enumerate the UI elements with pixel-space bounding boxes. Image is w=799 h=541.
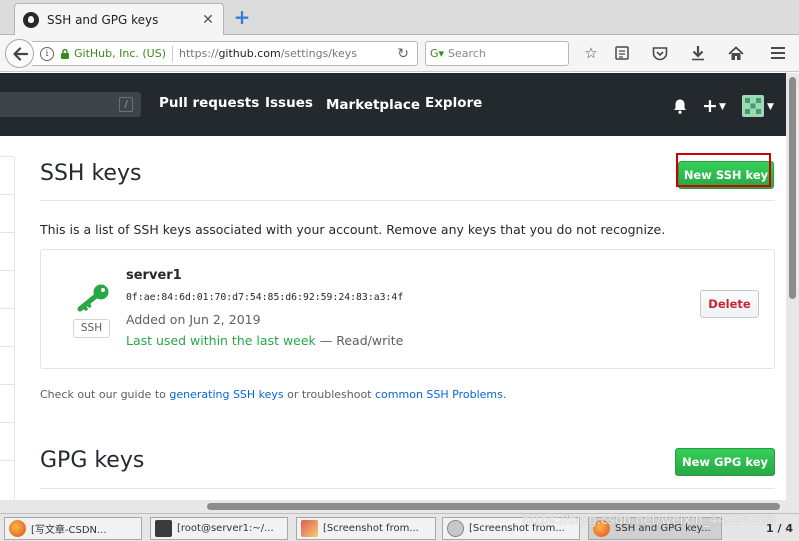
reader-list-icon[interactable] [611,43,633,63]
browser-nav-bar: i GitHub, Inc. (US) https://github.com/s… [0,35,799,72]
ssh-heading-divider [40,200,775,201]
pocket-icon[interactable] [649,43,671,63]
screenshot-tool-icon [447,520,464,537]
taskbar-item-screenshot-1[interactable]: [Screenshot from... [296,517,436,540]
firefox-icon [9,520,26,537]
new-tab-button[interactable]: + [232,7,252,28]
sidebar-item[interactable] [0,385,14,423]
browser-search-field[interactable]: G▾ Search [425,41,569,66]
horizontal-scrollbar[interactable] [0,500,799,513]
back-arrow-icon [12,46,28,61]
delete-key-button[interactable]: Delete [700,290,759,318]
url-separator [172,45,173,62]
terminal-icon [155,520,172,537]
sidebar-item[interactable] [0,157,14,195]
gpg-heading-divider [40,488,775,489]
watermark-text: https://blog.csdn.net/weixin_44224288 [522,513,776,528]
sidebar-item[interactable] [0,271,14,309]
sidebar-item[interactable] [0,233,14,271]
sidebar-item[interactable] [0,347,14,385]
url-bar[interactable]: i GitHub, Inc. (US) https://github.com/s… [32,41,418,66]
key-last-used: Last used within the last week — Read/wr… [126,333,403,348]
sidebar-item[interactable] [0,309,14,347]
key-type-badge: SSH [73,319,110,338]
browser-tab-strip: SSH and GPG keys ✕ + [0,0,799,35]
key-added-date: Added on Jun 2, 2019 [126,312,261,327]
back-button[interactable] [5,39,34,68]
sidebar-item[interactable] [0,423,14,461]
search-placeholder: Search [448,47,486,60]
nav-pull-requests[interactable]: Pull requests [159,95,259,111]
download-icon[interactable] [687,43,709,63]
key-last-used-label: Last used within the last week [126,333,316,348]
generating-ssh-keys-link[interactable]: generating SSH keys [169,388,283,401]
vertical-scrollbar[interactable] [786,73,799,500]
browser-tab-ssh-gpg-keys[interactable]: SSH and GPG keys ✕ [14,3,224,35]
settings-sidebar-menu [0,156,15,501]
github-favicon-icon [23,11,39,28]
sidebar-item[interactable] [0,195,14,233]
chevron-down-icon[interactable]: ▼ [719,102,726,112]
ssh-guide-text: Check out our guide to generating SSH ke… [40,388,507,401]
new-gpg-key-button[interactable]: New GPG key [675,448,775,476]
home-icon[interactable] [725,43,747,63]
nav-issues[interactable]: Issues [265,95,313,111]
avatar-chevron-down-icon[interactable]: ▼ [767,102,774,112]
image-viewer-icon [301,520,318,537]
common-ssh-problems-link[interactable]: common SSH Problems [375,388,503,401]
gpg-keys-heading: GPG keys [40,448,145,473]
nav-explore[interactable]: Explore [425,95,482,111]
search-shortcut-hint: / [119,97,133,112]
search-engine-icon[interactable]: G▾ [430,47,448,61]
vertical-scrollbar-thumb[interactable] [789,77,796,299]
close-tab-icon[interactable]: ✕ [201,12,215,28]
key-access-level: — Read/write [315,333,404,348]
lock-icon [61,48,69,59]
reload-icon[interactable]: ↻ [397,46,409,62]
browser-tab-title: SSH and GPG keys [47,12,159,27]
key-icon [77,284,109,312]
site-identity-label: GitHub, Inc. (US) [74,47,166,60]
user-avatar-icon[interactable] [742,95,764,117]
taskbar-item-csdn-editor[interactable]: [写文章-CSDN... [4,517,142,540]
annotation-highlight-box [676,153,771,187]
key-title: server1 [126,268,182,283]
bookmark-star-icon[interactable]: ☆ [580,43,602,63]
hamburger-menu-icon[interactable] [767,43,789,63]
nav-marketplace[interactable]: Marketplace [326,97,420,113]
github-search-input[interactable]: / [0,92,141,117]
github-header: / Pull requests Issues Marketplace Explo… [0,73,799,136]
horizontal-scrollbar-thumb[interactable] [207,503,780,510]
taskbar-item-terminal[interactable]: [root@server1:~/... [150,517,288,540]
ssh-keys-description: This is a list of SSH keys associated wi… [40,222,666,237]
notifications-bell-icon[interactable] [672,98,688,115]
ssh-keys-heading: SSH keys [40,161,142,186]
key-fingerprint: 0f:ae:84:6d:01:70:d7:54:85:d6:92:59:24:8… [126,292,404,303]
create-new-plus-icon[interactable]: + [702,95,718,117]
url-text[interactable]: https://github.com/settings/keys [179,47,357,60]
page-info-icon[interactable]: i [40,46,54,61]
ssh-key-list-item: SSH server1 0f:ae:84:6d:01:70:d7:54:85:d… [40,249,775,369]
